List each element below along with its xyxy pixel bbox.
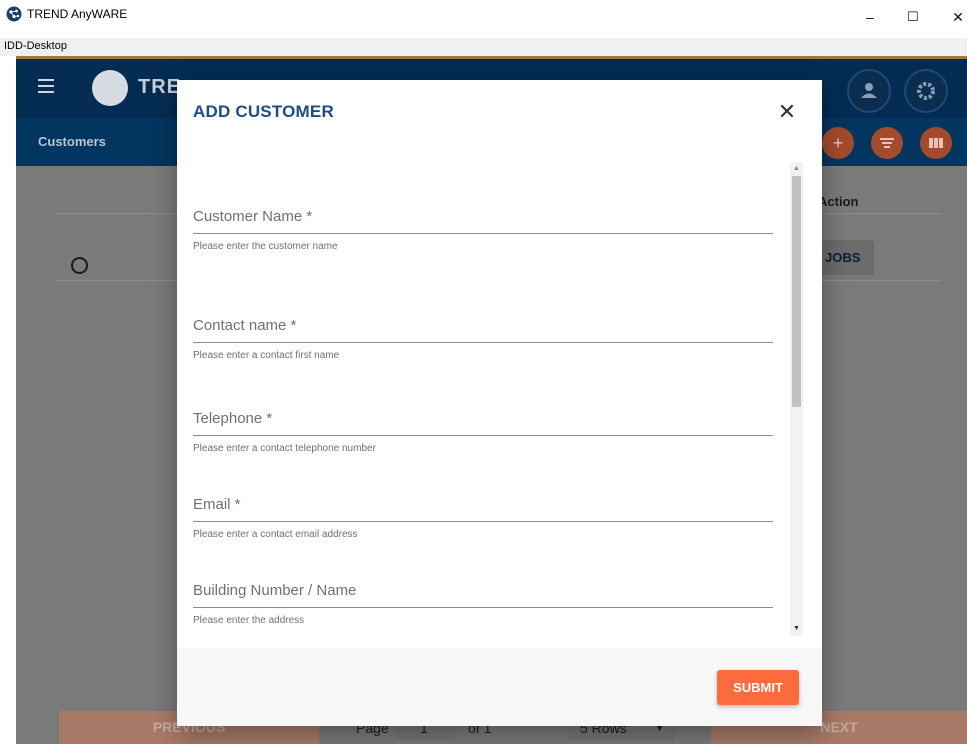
add-icon: + <box>832 133 844 153</box>
telephone-label: Telephone * <box>193 410 273 427</box>
table-header-action: Action <box>818 194 859 209</box>
contact-name-label: Contact name * <box>193 317 297 334</box>
page-title: Customers <box>38 134 106 149</box>
dialog-footer: SUBMIT <box>177 648 822 726</box>
add-button[interactable]: + <box>822 127 854 159</box>
customer-name-label: Customer Name * <box>193 208 313 225</box>
add-customer-dialog: ADD CUSTOMER ✕ Customer Name * Please en… <box>177 80 822 726</box>
customer-name-hint: Please enter the customer name <box>193 241 338 252</box>
jobs-button[interactable]: JOBS <box>816 240 874 275</box>
minimize-button[interactable]: – <box>863 10 877 24</box>
window-title: TREND AnyWARE <box>27 7 128 21</box>
contact-name-input[interactable] <box>193 342 773 343</box>
maximize-button[interactable]: ☐ <box>906 10 920 24</box>
user-icon <box>861 83 877 98</box>
close-window-button[interactable]: ✕ <box>951 10 965 24</box>
submit-button[interactable]: SUBMIT <box>717 670 799 705</box>
user-button[interactable] <box>847 69 891 113</box>
window-subtitle-bar: IDD-Desktop <box>0 38 967 56</box>
settings-button[interactable] <box>904 69 948 113</box>
dialog-title: ADD CUSTOMER <box>193 102 334 121</box>
brand-logo-text: TRE <box>138 76 181 98</box>
customer-name-input[interactable] <box>193 233 773 234</box>
columns-button[interactable] <box>920 127 952 159</box>
filter-icon <box>880 138 894 148</box>
close-icon[interactable]: ✕ <box>773 98 801 126</box>
dialog-scrollbar[interactable]: ▲ ▼ <box>790 162 803 636</box>
scroll-up-arrow-icon[interactable]: ▲ <box>790 162 803 176</box>
building-input[interactable] <box>193 607 773 608</box>
window-subtitle: IDD-Desktop <box>4 40 67 52</box>
telephone-hint: Please enter a contact telephone number <box>193 443 376 454</box>
scrollbar-thumb[interactable] <box>792 176 801 407</box>
settings-icon <box>917 82 935 100</box>
scroll-down-arrow-icon[interactable]: ▼ <box>790 622 803 636</box>
columns-icon <box>929 138 943 148</box>
email-label: Email * <box>193 496 241 513</box>
building-label: Building Number / Name <box>193 582 357 599</box>
building-hint: Please enter the address <box>193 615 305 626</box>
menu-icon[interactable] <box>38 79 54 93</box>
email-hint: Please enter a contact email address <box>193 529 358 540</box>
window-titlebar: TREND AnyWARE – ☐ ✕ <box>0 0 967 38</box>
app-logo-icon <box>6 6 22 22</box>
filter-button[interactable] <box>871 127 903 159</box>
brand-logo-icon <box>92 70 128 106</box>
contact-name-hint: Please enter a contact first name <box>193 350 340 361</box>
row-select-radio[interactable] <box>71 257 88 274</box>
dialog-body: Customer Name * Please enter the custome… <box>177 156 822 648</box>
email-input[interactable] <box>193 521 773 522</box>
telephone-input[interactable] <box>193 435 773 436</box>
